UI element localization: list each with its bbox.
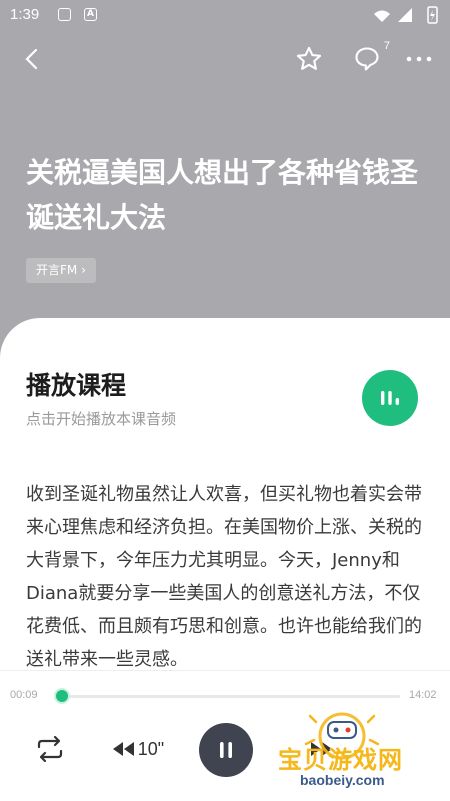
- progress-thumb[interactable]: [53, 688, 70, 704]
- play-course-button[interactable]: [362, 370, 418, 426]
- rewind-label: 10": [137, 738, 165, 759]
- pause-button[interactable]: [199, 723, 253, 777]
- elapsed-time: 00:09: [10, 689, 38, 701]
- back-arrow-icon: [25, 48, 38, 70]
- progress-track[interactable]: [58, 695, 400, 698]
- star-icon: [296, 46, 322, 70]
- site-watermark: 宝贝游戏网 baobeiy.com: [270, 700, 445, 800]
- more-dots-icon: [406, 56, 432, 62]
- episode-title: 关税逼美国人想出了各种省钱圣诞送礼大法: [26, 156, 419, 234]
- more-button[interactable]: [402, 42, 436, 76]
- course-subtitle: 点击开始播放本课音频: [26, 410, 177, 428]
- favorite-button[interactable]: [292, 42, 326, 76]
- pause-icon: [220, 742, 232, 758]
- back-button[interactable]: [14, 42, 48, 76]
- notification-icon: [58, 8, 71, 21]
- status-time: 1:39: [10, 6, 40, 23]
- watermark-url: baobeiy.com: [300, 772, 385, 788]
- comments-button[interactable]: 7: [350, 40, 390, 76]
- comment-icon: [355, 47, 379, 71]
- audio-bars-icon: [381, 391, 399, 405]
- repeat-button[interactable]: [30, 721, 70, 777]
- a-notification-icon: A: [84, 8, 97, 21]
- rewind-button[interactable]: 10": [106, 721, 170, 777]
- channel-tag[interactable]: 开言FM ›: [26, 258, 96, 283]
- status-bar: 1:39 A: [0, 0, 450, 32]
- comment-count-badge: 7: [383, 40, 390, 52]
- rewind-icon: [112, 742, 134, 756]
- course-description: 收到圣诞礼物虽然让人欢喜，但买礼物也着实会带来心理焦虑和经济负担。在美国物价上涨…: [26, 484, 422, 670]
- top-bar: 7: [0, 32, 450, 84]
- repeat-icon: [37, 735, 63, 763]
- course-heading: 播放课程: [26, 371, 127, 400]
- watermark-text: 宝贝游戏网: [278, 746, 403, 774]
- status-right-icons: [372, 6, 442, 28]
